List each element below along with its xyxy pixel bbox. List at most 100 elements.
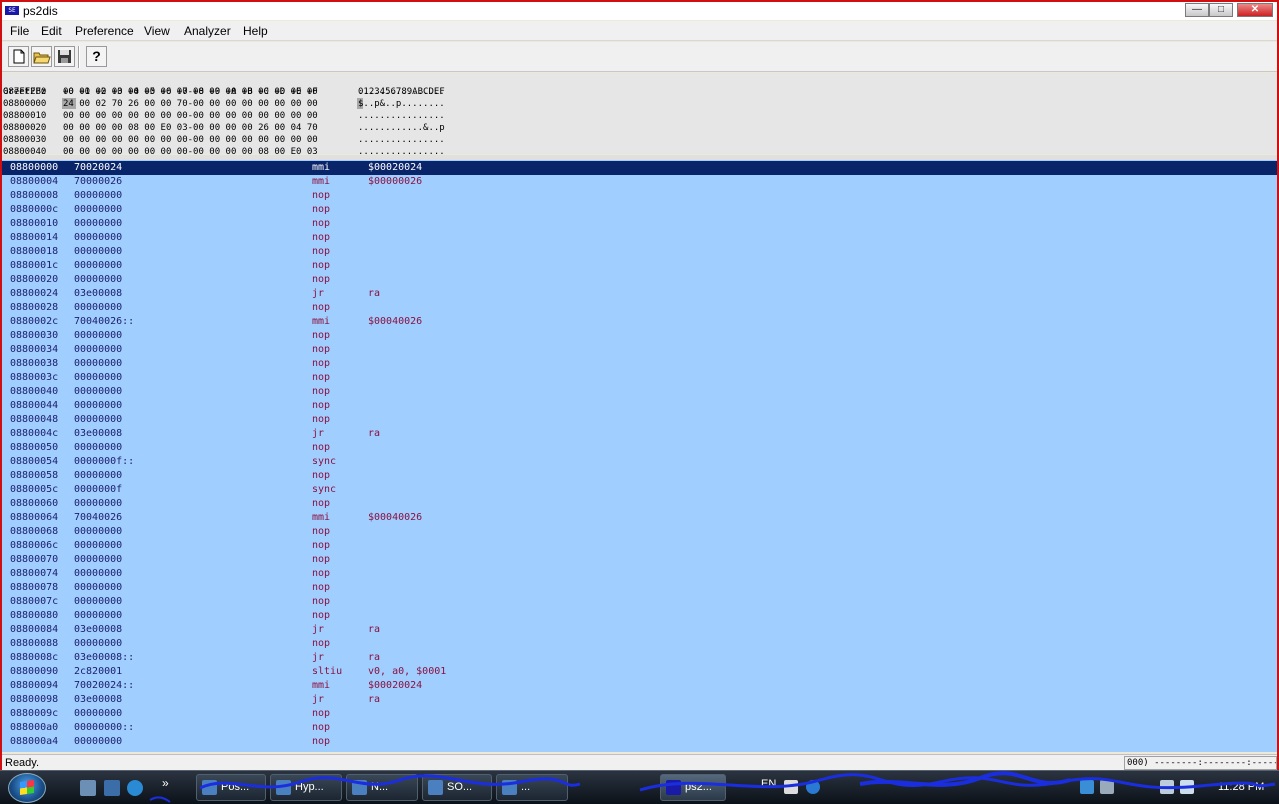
disasm-row[interactable]: 088000a0 00000000:: nop [2, 721, 1277, 735]
clock[interactable]: 11:28 PM [1218, 781, 1264, 793]
minimize-button[interactable]: — [1185, 3, 1209, 17]
tray-icon[interactable] [1100, 780, 1114, 794]
menu-view[interactable]: View [144, 24, 170, 38]
title-bar[interactable]: SE ps2dis — □ ✕ [2, 2, 1277, 20]
hex-view[interactable]: Greet2Bz +0 +1 +2 +3 +4 +5 +6 +7 +8 +9 +A… [2, 73, 1277, 154]
disasm-row[interactable]: 0880003c 00000000 nop [2, 371, 1277, 385]
disasm-row[interactable]: 08800028 00000000 nop [2, 301, 1277, 315]
disassembly-view[interactable]: 08800000 70020024 mmi $00020024 08800004 7000… [2, 160, 1277, 752]
disasm-row[interactable]: 08800064 70040026 mmi $00040026 [2, 511, 1277, 525]
disasm-row[interactable]: 08800054 0000000f:: sync [2, 455, 1277, 469]
disasm-row[interactable]: 08800090 2c820001 sltiu v0, a0, $0001 [2, 665, 1277, 679]
disasm-row[interactable]: 08800034 00000000 nop [2, 343, 1277, 357]
disasm-operand: v0, a0, $0001 [368, 666, 447, 677]
hex-row-bytes: 00 00 00 00 00 00 00 00-00 00 00 00 00 0… [63, 87, 318, 97]
disasm-operand: $00040026 [368, 512, 423, 523]
disasm-word: 00000000 [74, 610, 123, 621]
disasm-opcode: jr [312, 288, 325, 299]
switch-windows-icon[interactable] [104, 780, 120, 796]
taskbar-button-so[interactable]: SO... [422, 774, 492, 801]
disasm-row[interactable]: 0880002c 70040026:: mmi $00040026 [2, 315, 1277, 329]
disasm-row[interactable]: 08800074 00000000 nop [2, 567, 1277, 581]
disasm-row[interactable]: 0880000c 00000000 nop [2, 203, 1277, 217]
close-button[interactable]: ✕ [1237, 3, 1273, 17]
disasm-row[interactable]: 088000a4 00000000 nop [2, 735, 1277, 749]
menu-preference[interactable]: Preference [75, 24, 134, 38]
disasm-address: 08800074 [10, 568, 59, 579]
ie-icon[interactable] [127, 780, 143, 796]
disasm-row[interactable]: 08800038 00000000 nop [2, 357, 1277, 371]
keyboard-icon[interactable] [784, 780, 798, 794]
disasm-row[interactable]: 08800030 00000000 nop [2, 329, 1277, 343]
disasm-address: 08800094 [10, 680, 59, 691]
hex-row-bytes: 00 00 00 00 00 00 00 00-00 00 00 00 00 0… [63, 111, 318, 121]
disasm-row[interactable]: 08800068 00000000 nop [2, 525, 1277, 539]
disasm-row[interactable]: 0880005c 0000000f sync [2, 483, 1277, 497]
disasm-row[interactable]: 0880001c 00000000 nop [2, 259, 1277, 273]
taskbar-button-pos[interactable]: Pos... [196, 774, 266, 801]
disasm-row[interactable]: 08800078 00000000 nop [2, 581, 1277, 595]
open-button[interactable] [31, 46, 52, 67]
menu-analyzer[interactable]: Analyzer [184, 24, 231, 38]
disasm-row[interactable]: 08800098 03e00008 jr ra [2, 693, 1277, 707]
show-desktop-icon[interactable] [80, 780, 96, 796]
disasm-opcode: sync [312, 484, 337, 495]
volume-icon[interactable] [1160, 780, 1174, 794]
window-icon [666, 780, 681, 795]
disasm-row[interactable]: 08800040 00000000 nop [2, 385, 1277, 399]
disasm-row[interactable]: 08800048 00000000 nop [2, 413, 1277, 427]
disasm-row[interactable]: 08800080 00000000 nop [2, 609, 1277, 623]
disasm-row[interactable]: 08800058 00000000 nop [2, 469, 1277, 483]
disasm-row[interactable]: 0880008c 03e00008:: jr ra [2, 651, 1277, 665]
menu-file[interactable]: File [10, 24, 29, 38]
disasm-opcode: nop [312, 736, 331, 747]
disasm-row[interactable]: 08800060 00000000 nop [2, 497, 1277, 511]
disasm-row[interactable]: 0880009c 00000000 nop [2, 707, 1277, 721]
disasm-row[interactable]: 08800044 00000000 nop [2, 399, 1277, 413]
help-button[interactable]: ? [86, 46, 107, 67]
disasm-row[interactable]: 08800008 00000000 nop [2, 189, 1277, 203]
disasm-row[interactable]: 0880004c 03e00008 jr ra [2, 427, 1277, 441]
disasm-opcode: nop [312, 274, 331, 285]
disasm-row[interactable]: 08800094 70020024:: mmi $00020024 [2, 679, 1277, 693]
new-file-button[interactable] [8, 46, 29, 67]
disasm-opcode: nop [312, 190, 331, 201]
disasm-row[interactable]: 08800004 70000026 mmi $00000026 [2, 175, 1277, 189]
disasm-opcode: nop [312, 554, 331, 565]
menu-edit[interactable]: Edit [41, 24, 62, 38]
disasm-row[interactable]: 0880007c 00000000 nop [2, 595, 1277, 609]
taskbar-button-ps2dis[interactable]: ps2... [660, 774, 726, 801]
disasm-row[interactable]: 08800018 00000000 nop [2, 245, 1277, 259]
maximize-button[interactable]: □ [1209, 3, 1233, 17]
disasm-address: 08800090 [10, 666, 59, 677]
disasm-row[interactable]: 0880006c 00000000 nop [2, 539, 1277, 553]
disasm-row[interactable]: 08800070 00000000 nop [2, 553, 1277, 567]
hex-row-ascii: ................ [358, 111, 445, 121]
network-icon[interactable] [1080, 780, 1094, 794]
taskbar-button-hyp[interactable]: Hyp... [270, 774, 342, 801]
tray-icon[interactable] [1180, 780, 1194, 794]
language-indicator[interactable]: EN [761, 778, 776, 790]
disasm-row[interactable]: 08800010 00000000 nop [2, 217, 1277, 231]
disasm-word: 03e00008 [74, 428, 123, 439]
disasm-row[interactable]: 08800084 03e00008 jr ra [2, 623, 1277, 637]
disasm-row[interactable]: 08800050 00000000 nop [2, 441, 1277, 455]
taskbar-button-group2[interactable]: ... [496, 774, 568, 801]
disasm-row[interactable]: 08800020 00000000 nop [2, 273, 1277, 287]
toolbar-separator [78, 46, 80, 68]
disasm-word: 00000000 [74, 638, 123, 649]
more-quicklaunch-button[interactable]: » [162, 776, 169, 790]
hex-row-ascii: ............&..p [358, 123, 445, 133]
disasm-row-selected[interactable]: 08800000 70020024 mmi $00020024 [2, 161, 1277, 175]
help-tray-icon[interactable] [806, 780, 820, 794]
disasm-row[interactable]: 08800088 00000000 nop [2, 637, 1277, 651]
disasm-word: 0000000f [74, 484, 123, 495]
taskbar-button-group[interactable]: N... [346, 774, 418, 801]
disasm-row[interactable]: 08800024 03e00008 jr ra [2, 287, 1277, 301]
menu-help[interactable]: Help [243, 24, 268, 38]
disasm-row[interactable]: 08800014 00000000 nop [2, 231, 1277, 245]
disasm-opcode: nop [312, 708, 331, 719]
disasm-opcode: nop [312, 302, 331, 313]
save-button[interactable] [54, 46, 75, 67]
disasm-opcode: nop [312, 610, 331, 621]
